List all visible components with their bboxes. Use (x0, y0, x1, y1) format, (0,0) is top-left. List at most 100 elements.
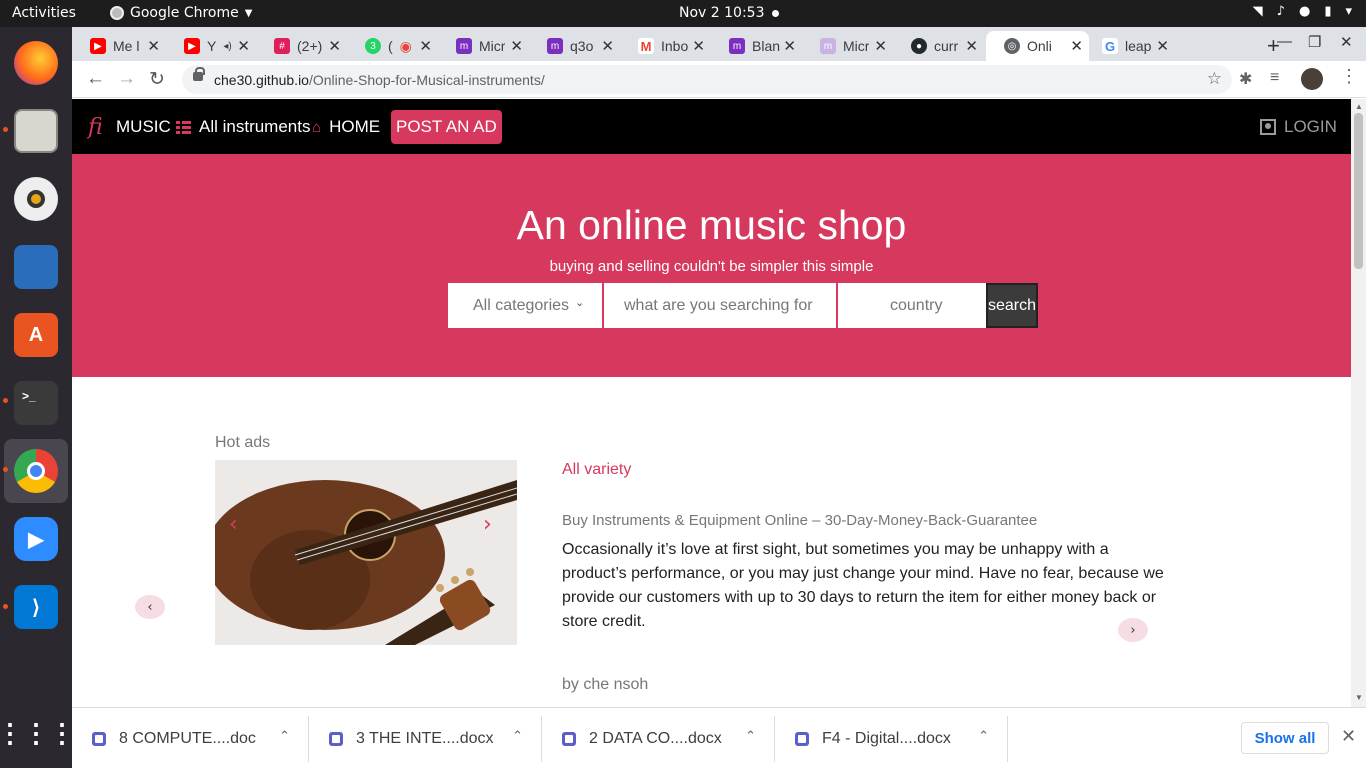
tab-close-icon[interactable]: ✕ (1156, 37, 1169, 55)
dock-zoom[interactable]: ▶ (10, 513, 62, 565)
tab-strip: ▶ Me l ✕ ▶ Y ◂) ✕ # (2+) ✕ 3(◉ ✕ m Micr ✕ m q3o ✕ MI… (72, 27, 1366, 61)
tab-5[interactable]: m q3o ✕ (529, 31, 620, 61)
chevron-up-icon[interactable]: ⌃ (745, 729, 756, 744)
tab-close-icon[interactable]: ✕ (147, 37, 160, 55)
tab-close-icon[interactable]: ✕ (692, 37, 705, 55)
download-item[interactable]: 8 COMPUTE....doc ⌃ (72, 716, 309, 762)
carousel-next-arrow-icon[interactable]: › (483, 512, 492, 537)
dock-terminal[interactable]: >_ (10, 377, 62, 429)
slider-prev-button[interactable]: ‹ (135, 595, 165, 619)
gmail-icon: M (638, 38, 654, 54)
chevron-up-icon[interactable]: ⌃ (512, 729, 523, 744)
carousel-prev-arrow-icon[interactable]: ‹ (229, 512, 238, 537)
profile-avatar[interactable] (1301, 68, 1323, 90)
show-all-button[interactable]: Show all (1241, 722, 1329, 754)
tab-7[interactable]: m Blan ✕ (711, 31, 802, 61)
volume-icon: ♪ (1276, 4, 1285, 19)
download-item[interactable]: F4 - Digital....docx ⌃ (775, 716, 1008, 762)
address-bar[interactable]: che30.github.io/Online-Shop-for-Musical-… (182, 65, 1232, 94)
download-item[interactable]: 3 THE INTE....docx ⌃ (309, 716, 542, 762)
scrollbar-thumb[interactable] (1354, 113, 1363, 269)
chevron-up-icon[interactable]: ⌃ (279, 729, 290, 744)
tab-4[interactable]: m Micr ✕ (438, 31, 529, 61)
nav-all-instruments[interactable]: All instruments (176, 117, 310, 137)
tab-close-icon[interactable]: ✕ (419, 37, 432, 55)
login-link[interactable]: LOGIN (1260, 117, 1337, 137)
miro-icon: m (547, 38, 563, 54)
tab-close-icon[interactable]: ✕ (1070, 37, 1083, 55)
audio-playing-icon: ◂) (223, 40, 232, 52)
download-filename: 3 THE INTE....docx (356, 730, 494, 747)
tab-close-icon[interactable]: ✕ (328, 37, 341, 55)
page-scrollbar[interactable]: ▲ ▼ (1351, 99, 1366, 707)
tab-11[interactable]: Gleap ✕ (1084, 31, 1175, 61)
country-input[interactable]: country (838, 283, 986, 328)
forward-icon[interactable]: → (117, 68, 136, 90)
login-label: LOGIN (1284, 117, 1337, 136)
tab-label: Micr (479, 38, 506, 54)
search-button[interactable]: search (986, 283, 1038, 328)
reload-icon[interactable]: ↻ (149, 68, 165, 91)
tab-6[interactable]: M Inbo ✕ (620, 31, 711, 61)
tab-close-icon[interactable]: ✕ (874, 37, 887, 55)
chrome-icon (14, 449, 58, 493)
hero-subtitle: buying and selling couldn't be simpler t… (549, 258, 874, 275)
tab-close-icon[interactable]: ✕ (510, 37, 523, 55)
dock-rhythmbox[interactable] (10, 173, 62, 225)
rhythmbox-icon (14, 177, 58, 221)
restore-icon[interactable]: ❐ (1308, 33, 1321, 51)
tab-close-icon[interactable]: ✕ (237, 37, 250, 55)
tab-close-icon[interactable]: ✕ (965, 37, 978, 55)
vscode-icon: ⟩ (14, 585, 58, 629)
back-icon[interactable]: ← (86, 68, 105, 90)
system-tray[interactable]: ◥ ♪ ● ▮ ▾ (1253, 4, 1352, 19)
chevron-up-icon[interactable]: ⌃ (978, 729, 989, 744)
tab-3[interactable]: 3 (◉ ✕ (347, 31, 438, 61)
nav-all-instruments-label: All instruments (199, 117, 311, 136)
category-select-value: All categories (473, 296, 570, 314)
dock-files[interactable] (10, 105, 62, 157)
media-control-icon[interactable]: ≡ (1270, 69, 1279, 87)
dock-app-grid[interactable]: ⋮⋮⋮ (0, 707, 75, 759)
dock-software[interactable]: A (10, 309, 62, 361)
dock-vscode[interactable]: ⟩ (10, 581, 62, 633)
tab-10-active[interactable]: ◎ Onli ✕ (986, 31, 1089, 61)
dock: A >_ ▶ ⟩ ⋮⋮⋮ (0, 27, 75, 768)
hot-ads-title: Hot ads (215, 434, 271, 451)
scroll-up-icon[interactable]: ▲ (1355, 102, 1363, 111)
scroll-down-icon[interactable]: ▼ (1355, 693, 1363, 702)
minimize-icon[interactable]: — (1277, 33, 1292, 50)
category-select[interactable]: All categories ⌄ (448, 283, 602, 328)
app-menu[interactable]: Google Chrome ▼ (110, 5, 252, 21)
chrome-menu-icon[interactable]: ⋮ (1340, 66, 1358, 87)
window-close-icon[interactable]: ✕ (1340, 33, 1353, 51)
tab-8[interactable]: m Micr ✕ (802, 31, 893, 61)
dock-chrome[interactable] (4, 439, 68, 503)
bookmark-star-icon[interactable]: ☆ (1207, 69, 1222, 89)
nav-home[interactable]: ⌂ HOME (312, 117, 380, 137)
dock-firefox[interactable] (10, 37, 62, 89)
search-input[interactable]: what are you searching for (604, 283, 836, 328)
download-item[interactable]: 2 DATA CO....docx ⌃ (542, 716, 775, 762)
tab-9[interactable]: ● curr ✕ (893, 31, 984, 61)
clock[interactable]: Nov 2 10:53 (679, 5, 764, 21)
tab-close-icon[interactable]: ✕ (601, 37, 614, 55)
software-icon: A (14, 313, 58, 357)
tab-label: Inbo (661, 38, 689, 54)
post-ad-button[interactable]: POST AN AD (391, 110, 502, 144)
tab-label: leap (1125, 38, 1152, 54)
activities-button[interactable]: Activities (12, 5, 76, 21)
close-shelf-icon[interactable]: ✕ (1341, 726, 1356, 747)
dock-writer[interactable] (10, 241, 62, 293)
tab-1[interactable]: ▶ Y ◂) ✕ (166, 31, 256, 61)
extensions-icon[interactable]: ✱ (1239, 69, 1252, 89)
tab-close-icon[interactable]: ✕ (783, 37, 796, 55)
tab-2[interactable]: # (2+) ✕ (256, 31, 347, 61)
site-logo[interactable]: fi (88, 115, 103, 140)
tab-0[interactable]: ▶ Me l ✕ (72, 31, 166, 61)
description-text: Occasionally it’s love at first sight, b… (562, 541, 1164, 630)
chrome-small-icon (110, 6, 124, 20)
hero-section: An online music shop buying and selling … (72, 154, 1351, 377)
github-icon: ● (911, 38, 927, 54)
nav-music[interactable]: MUSIC (116, 117, 171, 137)
